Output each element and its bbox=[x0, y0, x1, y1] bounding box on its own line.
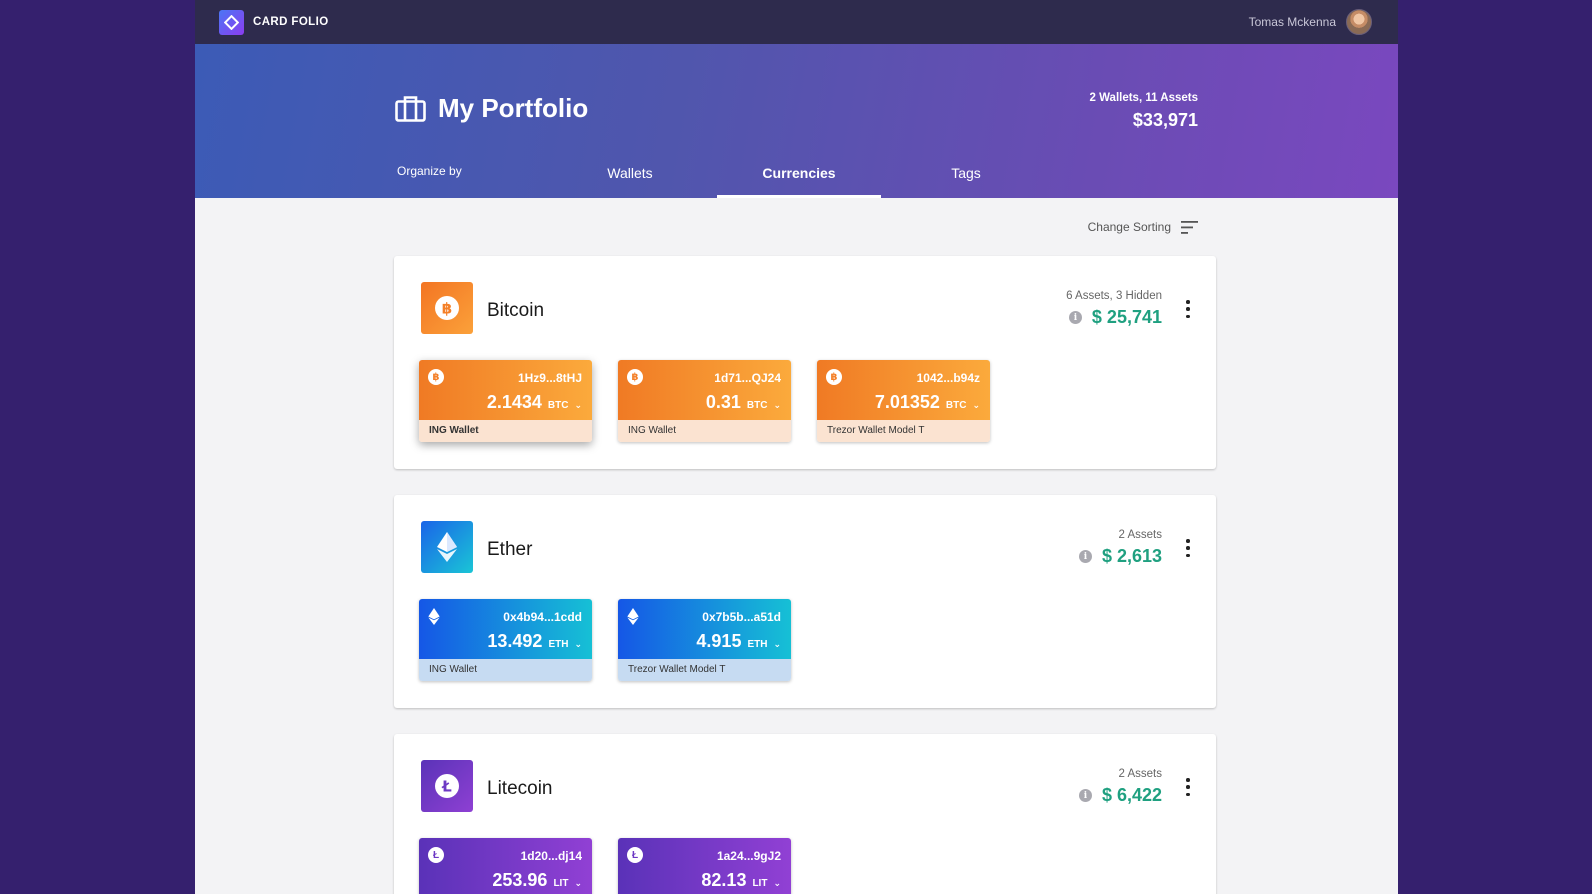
currency-meta: 2 Assets i $ 6,422 bbox=[1078, 768, 1162, 806]
tab-currencies[interactable]: Currencies bbox=[717, 154, 881, 198]
more-options-icon[interactable] bbox=[1182, 778, 1194, 796]
change-sorting-button[interactable]: Change Sorting bbox=[1088, 220, 1198, 234]
currency-name: Bitcoin bbox=[487, 300, 545, 321]
brand[interactable]: CARD FOLIO bbox=[219, 9, 329, 35]
asset-address: 1d71...QJ24 bbox=[714, 371, 781, 385]
wallet-cards: Ł 1d20...dj14 253.96 LIT ⌄ Ł 1a24...9gJ2 8… bbox=[419, 838, 791, 894]
currency-section-ether: Ether 2 Assets i $ 2,613 0x4b94...1cdd 1… bbox=[394, 495, 1216, 708]
page-title: My Portfolio bbox=[438, 93, 589, 123]
litecoin-icon: Ł bbox=[421, 760, 473, 812]
asset-value: 0.31 bbox=[705, 392, 741, 412]
info-icon[interactable]: i bbox=[1078, 550, 1092, 563]
card-folio-logo-icon bbox=[219, 9, 244, 35]
asset-value: 7.01352 bbox=[874, 392, 940, 412]
chevron-down-icon[interactable]: ⌄ bbox=[773, 400, 781, 411]
asset-address: 1042...b94z bbox=[916, 371, 980, 385]
chevron-down-icon[interactable]: ⌄ bbox=[773, 639, 781, 650]
currency-meta: 6 Assets, 3 Hidden i $ 25,741 bbox=[1066, 290, 1162, 328]
asset-address: 0x7b5b...a51d bbox=[702, 610, 781, 624]
asset-value: 82.13 bbox=[701, 870, 747, 890]
wallet-cards: 0x4b94...1cdd 13.492 ETH ⌄ ING Wallet 0x7b… bbox=[419, 599, 791, 681]
asset-card[interactable]: 0x7b5b...a51d 4.915 ETH ⌄ Trezor Wallet Mo… bbox=[618, 599, 791, 681]
asset-unit: BTC bbox=[547, 400, 569, 411]
wallet-cards: ฿ 1Hz9...8tHJ 2.1434 BTC ⌄ ING Wallet ฿ 1d… bbox=[419, 360, 990, 442]
asset-count: 2 Assets bbox=[1118, 529, 1162, 541]
asset-unit: ETH bbox=[548, 639, 569, 650]
asset-value: 4.915 bbox=[696, 631, 742, 651]
litecoin-icon: Ł bbox=[428, 847, 444, 863]
wallet-name: ING Wallet bbox=[618, 420, 791, 442]
asset-address: 0x4b94...1cdd bbox=[503, 610, 582, 624]
info-icon[interactable]: i bbox=[1068, 311, 1082, 324]
bitcoin-icon: ฿ bbox=[421, 282, 473, 334]
change-sorting-label: Change Sorting bbox=[1087, 220, 1171, 234]
asset-address: 1d20...dj14 bbox=[520, 849, 582, 863]
asset-address: 1Hz9...8tHJ bbox=[517, 371, 582, 385]
asset-unit: ETH bbox=[747, 639, 768, 650]
top-bar: CARD FOLIO Tomas Mckenna bbox=[195, 0, 1398, 44]
asset-card[interactable]: ฿ 1042...b94z 7.01352 BTC ⌄ Trezor Wallet … bbox=[817, 360, 990, 442]
info-icon[interactable]: i bbox=[1078, 789, 1092, 802]
chevron-down-icon[interactable]: ⌄ bbox=[574, 639, 582, 650]
asset-unit: LIT bbox=[752, 878, 768, 889]
user-menu[interactable]: Tomas Mckenna bbox=[1249, 9, 1372, 35]
bitcoin-icon: ฿ bbox=[826, 369, 842, 385]
portfolio-header: My Portfolio 2 Wallets, 11 Assets $33,97… bbox=[195, 44, 1398, 198]
portfolio-total: $33,971 bbox=[1132, 110, 1198, 130]
organize-tabs: Organize by Wallets Currencies Tags bbox=[195, 154, 1398, 198]
tab-tags[interactable]: Tags bbox=[884, 154, 1048, 198]
bitcoin-icon: ฿ bbox=[428, 369, 444, 385]
currency-section-litecoin: Ł Litecoin 2 Assets i $ 6,422 Ł 1d20...d… bbox=[394, 734, 1216, 894]
asset-card[interactable]: Ł 1d20...dj14 253.96 LIT ⌄ bbox=[419, 838, 592, 894]
asset-card[interactable]: ฿ 1d71...QJ24 0.31 BTC ⌄ ING Wallet bbox=[618, 360, 791, 442]
briefcase-icon bbox=[395, 96, 426, 122]
ethereum-icon bbox=[421, 521, 473, 573]
currency-amount: $ 2,613 bbox=[1101, 546, 1162, 566]
wallet-name: ING Wallet bbox=[419, 420, 592, 442]
chevron-down-icon[interactable]: ⌄ bbox=[574, 400, 582, 411]
currency-name: Ether bbox=[487, 539, 533, 560]
asset-card[interactable]: ฿ 1Hz9...8tHJ 2.1434 BTC ⌄ ING Wallet bbox=[419, 360, 592, 442]
asset-value: 13.492 bbox=[487, 631, 543, 651]
tab-wallets[interactable]: Wallets bbox=[548, 154, 712, 198]
brand-name: CARD FOLIO bbox=[253, 16, 329, 28]
user-name: Tomas Mckenna bbox=[1248, 15, 1336, 29]
svg-text:฿: ฿ bbox=[442, 300, 452, 318]
asset-address: 1a24...9gJ2 bbox=[716, 849, 781, 863]
sort-icon bbox=[1181, 220, 1198, 234]
asset-card[interactable]: 0x4b94...1cdd 13.492 ETH ⌄ ING Wallet bbox=[419, 599, 592, 681]
asset-unit: BTC bbox=[945, 400, 967, 411]
asset-count: 6 Assets, 3 Hidden bbox=[1066, 290, 1162, 302]
ethereum-icon bbox=[428, 608, 440, 625]
wallet-name: Trezor Wallet Model T bbox=[817, 420, 990, 442]
avatar[interactable] bbox=[1346, 9, 1372, 35]
asset-card[interactable]: Ł 1a24...9gJ2 82.13 LIT ⌄ bbox=[618, 838, 791, 894]
portfolio-counts: 2 Wallets, 11 Assets bbox=[1089, 92, 1198, 104]
bitcoin-icon: ฿ bbox=[627, 369, 643, 385]
asset-value: 253.96 bbox=[492, 870, 548, 890]
svg-text:Ł: Ł bbox=[441, 778, 452, 796]
wallet-name: ING Wallet bbox=[419, 659, 592, 681]
ethereum-icon bbox=[627, 608, 639, 625]
more-options-icon[interactable] bbox=[1182, 300, 1194, 318]
page-title-group: My Portfolio bbox=[395, 93, 588, 124]
app-window: CARD FOLIO Tomas Mckenna My Portfolio 2 … bbox=[195, 0, 1398, 894]
asset-value: 2.1434 bbox=[486, 392, 542, 412]
chevron-down-icon[interactable]: ⌄ bbox=[972, 400, 980, 411]
asset-count: 2 Assets bbox=[1118, 768, 1162, 780]
more-options-icon[interactable] bbox=[1182, 539, 1194, 557]
currency-amount: $ 25,741 bbox=[1091, 307, 1162, 327]
litecoin-icon: Ł bbox=[627, 847, 643, 863]
chevron-down-icon[interactable]: ⌄ bbox=[574, 878, 582, 889]
currency-meta: 2 Assets i $ 2,613 bbox=[1078, 529, 1162, 567]
wallet-name: Trezor Wallet Model T bbox=[618, 659, 791, 681]
currency-amount: $ 6,422 bbox=[1101, 785, 1162, 805]
currency-section-bitcoin: ฿ Bitcoin 6 Assets, 3 Hidden i $ 25,741 … bbox=[394, 256, 1216, 469]
portfolio-summary: 2 Wallets, 11 Assets $33,971 bbox=[1090, 92, 1198, 131]
currency-name: Litecoin bbox=[487, 778, 553, 799]
asset-unit: LIT bbox=[553, 878, 569, 889]
organize-label: Organize by bbox=[397, 164, 462, 178]
asset-unit: BTC bbox=[746, 400, 768, 411]
chevron-down-icon[interactable]: ⌄ bbox=[773, 878, 781, 889]
